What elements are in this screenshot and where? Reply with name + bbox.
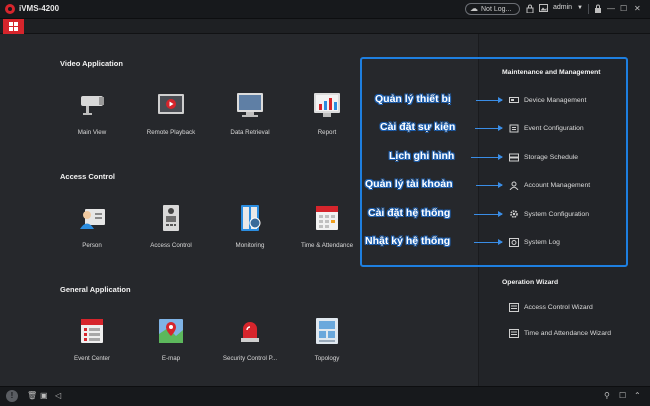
tile-label: Time & Attendance	[300, 242, 354, 249]
annotation-arrow	[474, 239, 503, 245]
map-pin-icon	[156, 316, 186, 346]
annotation-label: Cài đặt hệ thống	[368, 207, 451, 219]
alert-icon[interactable]: !	[6, 390, 18, 402]
cloud-icon: ☁	[470, 4, 478, 13]
tile-person[interactable]: Person	[50, 203, 134, 275]
tile-label: Access Control	[150, 242, 192, 249]
cloud-login-button[interactable]: ☁ Not Log...	[465, 3, 520, 15]
home-grid-button[interactable]	[3, 19, 24, 34]
close-icon[interactable]: ✕	[634, 4, 641, 14]
module-tab-strip	[0, 19, 650, 34]
annotation-arrow	[476, 97, 503, 103]
event-center-icon	[77, 316, 107, 346]
tile-monitoring[interactable]: Monitoring	[208, 203, 292, 275]
camera-icon	[77, 90, 107, 120]
annotation-label: Cài đặt sự kiện	[380, 121, 456, 133]
menu-access-control-wizard[interactable]: Access Control Wizard	[509, 301, 593, 313]
title-separator	[588, 4, 589, 14]
wizard-icon	[509, 328, 519, 338]
tile-label: Report	[317, 129, 337, 136]
image-icon[interactable]	[539, 4, 548, 15]
status-bar	[0, 386, 650, 406]
chevron-down-icon: ▼	[577, 5, 583, 11]
tile-access-control[interactable]: Access Control	[129, 203, 213, 275]
tile-main-view[interactable]: Main View	[50, 90, 134, 162]
tile-label: Security Control P...	[222, 355, 278, 362]
grid-cell	[14, 22, 18, 26]
menu-time-attendance-wizard[interactable]: Time and Attendance Wizard	[509, 327, 611, 339]
grid-cell	[9, 27, 13, 31]
pin-icon[interactable]: ⚲	[604, 391, 610, 401]
tile-label: Data Retrieval	[230, 129, 270, 136]
padlock-icon[interactable]	[594, 4, 602, 16]
annotation-label: Lịch ghi hình	[389, 150, 455, 162]
annotation-label: Nhật ký hệ thống	[365, 235, 451, 247]
calendar-icon	[312, 203, 342, 233]
menu-label: Access Control Wizard	[524, 303, 593, 311]
tile-report[interactable]: Report	[285, 90, 369, 162]
section-title-general: General Application	[60, 285, 131, 294]
app-logo-icon	[5, 4, 15, 14]
annotation-arrow	[474, 211, 503, 217]
tile-data-retrieval[interactable]: Data Retrieval	[208, 90, 292, 162]
person-card-icon	[77, 203, 107, 233]
section-title-wizard: Operation Wizard	[502, 279, 559, 286]
menu-label: Time and Attendance Wizard	[524, 329, 612, 337]
monitor-search-icon	[235, 90, 265, 120]
annotation-label: Quản lý tài khoản	[365, 178, 453, 190]
alarm-siren-icon	[235, 316, 265, 346]
monitoring-icon	[235, 203, 265, 233]
camera-capture-icon[interactable]: ▣	[40, 391, 48, 401]
tile-label: Main View	[77, 129, 107, 136]
section-title-video: Video Application	[60, 59, 123, 68]
minimize-icon[interactable]: —	[607, 4, 615, 14]
wizard-icon	[509, 302, 519, 312]
annotation-arrow	[471, 154, 503, 160]
tile-label: Event Center	[73, 355, 111, 362]
grid-cell	[9, 22, 13, 26]
tile-remote-playback[interactable]: Remote Playback	[129, 90, 213, 162]
user-name: admin	[553, 4, 573, 11]
tile-event-center[interactable]: Event Center	[50, 316, 134, 388]
cloud-status-text: Not Log...	[481, 5, 512, 13]
door-station-icon	[156, 203, 186, 233]
tile-label: Person	[82, 242, 102, 249]
topology-icon	[312, 316, 342, 346]
window-icon[interactable]: ☐	[619, 391, 626, 401]
lock-icon[interactable]	[526, 4, 534, 16]
tile-security-control-panel[interactable]: Security Control P...	[208, 316, 292, 388]
annotation-arrow	[476, 182, 503, 188]
grid-cell	[14, 27, 18, 31]
section-title-access: Access Control	[60, 172, 116, 181]
report-chart-icon	[312, 90, 342, 120]
tile-time-attendance[interactable]: Time & Attendance	[285, 203, 369, 275]
tile-topology[interactable]: Topology	[285, 316, 369, 388]
trash-icon[interactable]: 🗑︎	[27, 391, 37, 401]
tile-e-map[interactable]: E-map	[129, 316, 213, 388]
tile-label: E-map	[161, 355, 181, 362]
maximize-icon[interactable]: ☐	[620, 4, 627, 14]
user-menu[interactable]: admin ▼	[553, 4, 583, 11]
tile-label: Monitoring	[235, 242, 265, 249]
speaker-icon[interactable]: ◁	[55, 391, 61, 401]
collapse-up-icon[interactable]: ⌃	[634, 391, 641, 401]
annotation-arrow	[475, 125, 503, 131]
tile-label: Remote Playback	[146, 129, 196, 136]
app-title: iVMS-4200	[19, 4, 60, 13]
playback-icon	[156, 90, 186, 120]
tile-label: Topology	[314, 355, 340, 362]
annotation-label: Quản lý thiết bị	[375, 93, 451, 105]
